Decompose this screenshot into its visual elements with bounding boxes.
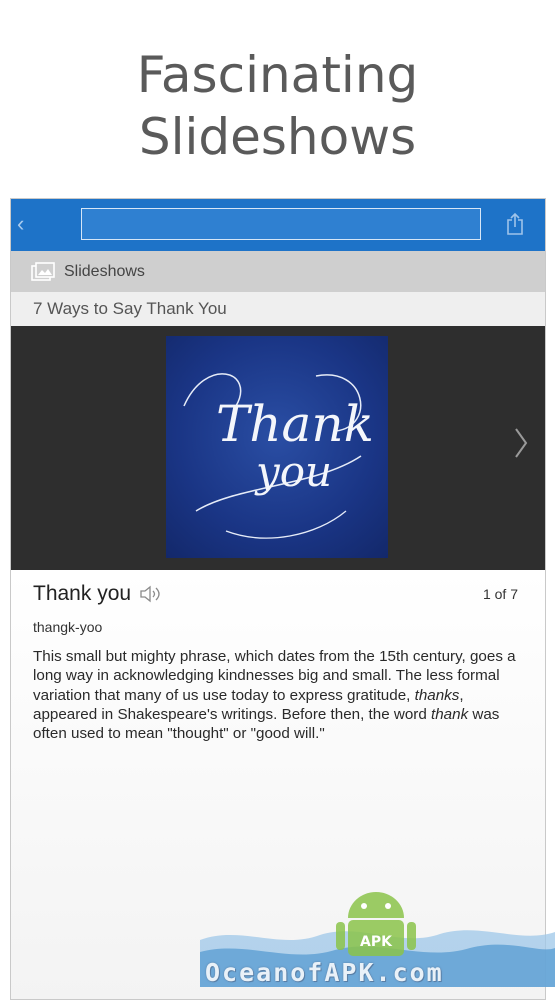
promo-line-2: Slideshows	[138, 108, 417, 166]
section-label: Slideshows	[64, 262, 145, 280]
entry-word-row: Thank you	[33, 582, 161, 606]
pronunciation: thangk-yoo	[33, 619, 103, 635]
lettering-you: you	[254, 447, 332, 496]
chevron-right-icon[interactable]	[513, 426, 529, 460]
back-button[interactable]: ‹	[17, 211, 24, 237]
section-header[interactable]: Slideshows	[11, 251, 545, 292]
slideshow-icon	[31, 261, 55, 281]
entry-description: This small but mighty phrase, which date…	[33, 647, 525, 743]
watermark-badge: APK	[360, 934, 393, 950]
thank-you-lettering: Thank you	[183, 373, 374, 539]
top-toolbar: ‹	[11, 199, 545, 251]
slideshow-title-bar: 7 Ways to Say Thank You	[11, 292, 545, 326]
slide-image: Thank you	[166, 336, 388, 558]
slide-viewer[interactable]: Thank you	[11, 326, 545, 570]
entry-word: Thank you	[33, 582, 132, 605]
promo-line-1: Fascinating	[136, 46, 419, 104]
slideshow-title: 7 Ways to Say Thank You	[33, 299, 227, 318]
watermark-text: OceanofAPK.com	[205, 958, 444, 987]
speaker-icon[interactable]	[139, 585, 161, 603]
lettering-thank: Thank	[216, 395, 374, 453]
desc-part-4: thank	[431, 705, 469, 723]
promo-headline: Fascinating Slideshows	[0, 44, 555, 168]
search-field[interactable]	[81, 208, 481, 240]
share-icon[interactable]	[505, 212, 525, 236]
slide-counter: 1 of 7	[482, 586, 518, 602]
desc-part-2: thanks	[414, 686, 460, 704]
